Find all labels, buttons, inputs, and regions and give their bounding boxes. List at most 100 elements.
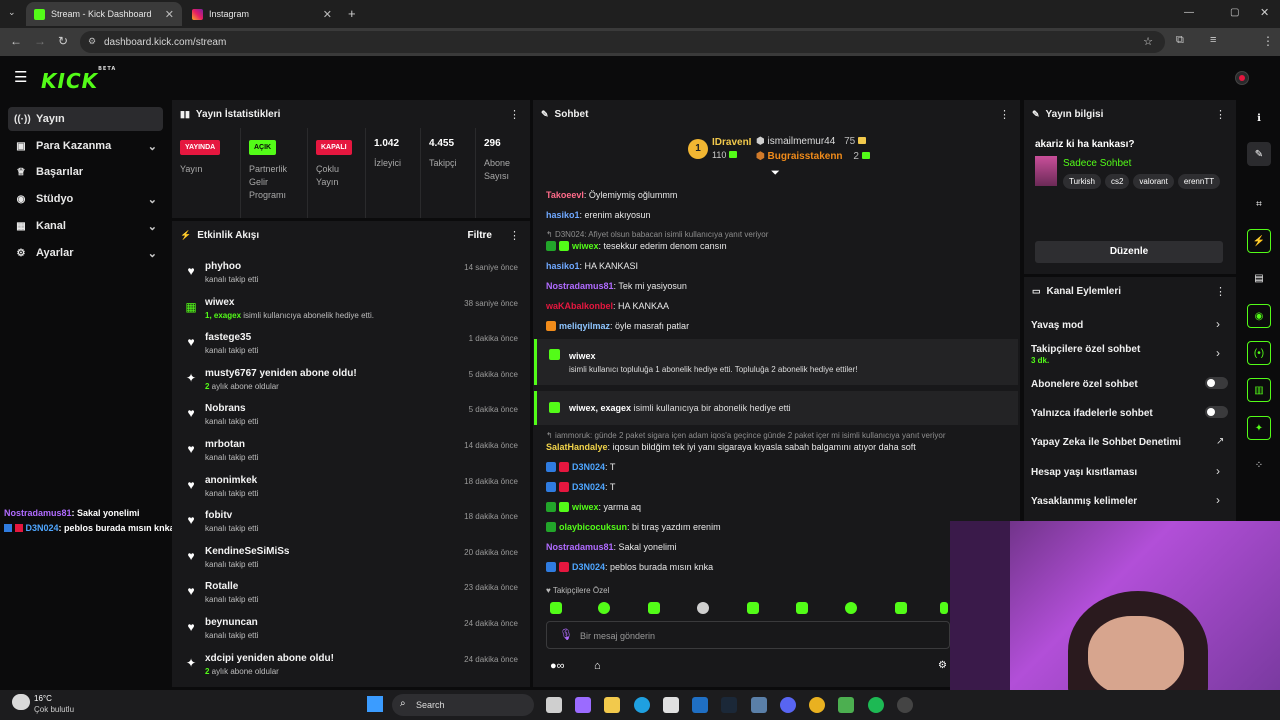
chat-username[interactable]: D3N024 — [572, 562, 605, 572]
wrench-icon[interactable]: ✦ — [1247, 416, 1271, 440]
chat-bubble-icon[interactable]: ◉ — [1247, 304, 1271, 328]
kebab-menu-icon[interactable]: ⋮ — [1215, 285, 1226, 298]
windows-start-icon[interactable] — [367, 696, 383, 712]
user-avatar[interactable] — [1235, 71, 1249, 85]
chat-username[interactable]: D3N024 — [572, 482, 605, 492]
action-banned-words[interactable]: Yasaklanmış kelimeler — [1031, 496, 1137, 507]
capture-icon[interactable]: ⌗ — [1247, 192, 1271, 216]
tab-instagram[interactable]: Instagram ✕ — [184, 2, 340, 26]
app-icon[interactable] — [838, 697, 854, 713]
chat-username[interactable]: Takoeevl — [546, 190, 584, 200]
back-icon[interactable]: ← — [10, 34, 22, 48]
chat-username[interactable]: olaybicocuksun — [559, 522, 627, 532]
emote-icon[interactable] — [697, 602, 709, 614]
chat-username[interactable]: SalatHandalye — [546, 442, 608, 452]
chevron-right-icon[interactable]: › — [1216, 493, 1220, 507]
kebab-menu-icon[interactable]: ⋮ — [509, 108, 520, 121]
edge-icon[interactable] — [634, 697, 650, 713]
emote-icon[interactable] — [796, 602, 808, 614]
action-followers-only[interactable]: Takipçilere özel sohbet 3 dk. — [1031, 344, 1140, 366]
emote-icon[interactable] — [550, 602, 562, 614]
reading-list-icon[interactable]: ≡ — [1210, 34, 1216, 46]
chat-input[interactable]: 🎙 Bir mesaj gönderin — [546, 621, 950, 649]
chevron-right-icon[interactable]: › — [1216, 464, 1220, 478]
obs-icon[interactable] — [897, 697, 913, 713]
outlook-icon[interactable] — [692, 697, 708, 713]
chat-username[interactable]: Nostradamus81 — [546, 281, 614, 291]
apps-icon[interactable]: ⁘ — [1247, 453, 1271, 477]
chat-username[interactable]: hasiko1 — [546, 261, 580, 271]
action-slow-mode[interactable]: Yavaş mod — [1031, 320, 1083, 331]
edit-pencil-icon[interactable]: ✎ — [1247, 142, 1271, 166]
spotify-icon[interactable] — [868, 697, 884, 713]
external-link-icon[interactable]: ↗ — [1216, 436, 1224, 447]
emote-icon[interactable] — [845, 602, 857, 614]
chat-username[interactable]: wiwex — [572, 241, 599, 251]
kebab-menu-icon[interactable]: ⋮ — [509, 229, 520, 242]
chat-username[interactable]: wiwex — [572, 502, 599, 512]
extensions-icon[interactable]: ⧉ — [1176, 34, 1184, 47]
emote-only-toggle[interactable] — [1205, 406, 1228, 418]
chat-username[interactable]: waKAbalkonbel — [546, 301, 613, 311]
chevron-right-icon[interactable]: › — [1216, 346, 1220, 360]
emote-icon[interactable] — [598, 602, 610, 614]
emote-icon[interactable] — [895, 602, 907, 614]
kebab-menu-icon[interactable]: ⋮ — [1215, 108, 1226, 121]
bookmark-star-icon[interactable]: ☆ — [1143, 35, 1153, 48]
edit-button[interactable]: Düzenle — [1035, 241, 1223, 263]
sidebar-item-para-kazanma[interactable]: ▣ Para Kazanma ⌄ — [8, 134, 163, 158]
steam-icon[interactable] — [721, 697, 737, 713]
chat-username[interactable]: Nostradamus81 — [546, 542, 614, 552]
close-window-icon[interactable]: ✕ — [1260, 6, 1269, 19]
lightning-icon[interactable]: ⚡ — [1247, 229, 1271, 253]
broadcast-icon[interactable]: (•) — [1247, 341, 1271, 365]
sidebar-item-yayin[interactable]: ((·)) Yayın — [8, 107, 163, 131]
microphone-icon[interactable]: 🎙 — [559, 628, 573, 641]
info-icon[interactable]: ℹ — [1247, 106, 1271, 130]
chat-username[interactable]: meliqyilmaz — [559, 321, 610, 331]
hamburger-menu-icon[interactable]: ☰ — [14, 68, 27, 86]
second-gifter[interactable]: ⬢ ismailmemur44 75 — [756, 136, 866, 147]
chevron-right-icon[interactable]: › — [1216, 317, 1220, 331]
file-explorer-icon[interactable] — [604, 697, 620, 713]
chat-username[interactable]: D3N024 — [572, 462, 605, 472]
url-field[interactable]: ⚙ dashboard.kick.com/stream ☆ — [80, 31, 1165, 53]
chat-options-icon[interactable]: ●∞ — [550, 660, 565, 672]
action-account-age[interactable]: Hesap yaşı kısıtlaması — [1031, 467, 1137, 478]
subscribers-only-toggle[interactable] — [1205, 377, 1228, 389]
reload-icon[interactable]: ↻ — [58, 34, 68, 48]
chat-username[interactable]: hasiko1 — [546, 210, 580, 220]
third-gifter[interactable]: ⬢ Bugraisstakenn 2 — [756, 151, 870, 162]
filter-button[interactable]: Filtre — [468, 230, 492, 241]
action-ai-moderation[interactable]: Yapay Zeka ile Sohbet Denetimi — [1031, 437, 1181, 448]
forward-icon[interactable]: → — [34, 34, 46, 48]
emote-icon[interactable] — [940, 602, 948, 614]
copilot-icon[interactable] — [575, 697, 591, 713]
top-gifter-name[interactable]: IDravenI — [712, 137, 751, 148]
sidebar-item-studyo[interactable]: ◉ Stüdyo ⌄ — [8, 187, 163, 211]
tab-kick-dashboard[interactable]: Stream - Kick Dashboard ✕ — [26, 2, 182, 26]
taskbar-search[interactable]: ⌕ Search — [392, 694, 534, 716]
chat-settings-icon[interactable]: ⚙ — [938, 660, 947, 671]
app-icon[interactable] — [751, 697, 767, 713]
emote-icon[interactable] — [747, 602, 759, 614]
kick-logo[interactable]: KICKBETA — [41, 66, 116, 93]
maximize-icon[interactable]: ▢ — [1230, 7, 1239, 18]
store-icon[interactable]: ⌂ — [594, 660, 601, 672]
site-info-icon[interactable]: ⚙ — [88, 36, 96, 47]
sidebar-item-kanal[interactable]: ▦ Kanal ⌄ — [8, 214, 163, 238]
close-tab-icon[interactable]: ✕ — [323, 8, 332, 21]
layout-icon[interactable]: ▥ — [1247, 378, 1271, 402]
browser-menu-icon[interactable]: ⋮ — [1262, 34, 1274, 48]
tab-search-icon[interactable]: ⌄ — [8, 7, 16, 18]
category-name[interactable]: Sadece Sohbet — [1063, 158, 1131, 169]
document-icon[interactable]: ▤ — [1247, 266, 1271, 290]
task-view-icon[interactable] — [546, 697, 562, 713]
discord-icon[interactable] — [780, 697, 796, 713]
close-tab-icon[interactable]: ✕ — [165, 8, 174, 21]
chrome-icon[interactable] — [809, 697, 825, 713]
sidebar-item-ayarlar[interactable]: ⚙ Ayarlar ⌄ — [8, 241, 163, 265]
emote-icon[interactable] — [648, 602, 660, 614]
kebab-menu-icon[interactable]: ⋮ — [999, 108, 1010, 121]
minimize-icon[interactable]: — — [1184, 7, 1194, 18]
